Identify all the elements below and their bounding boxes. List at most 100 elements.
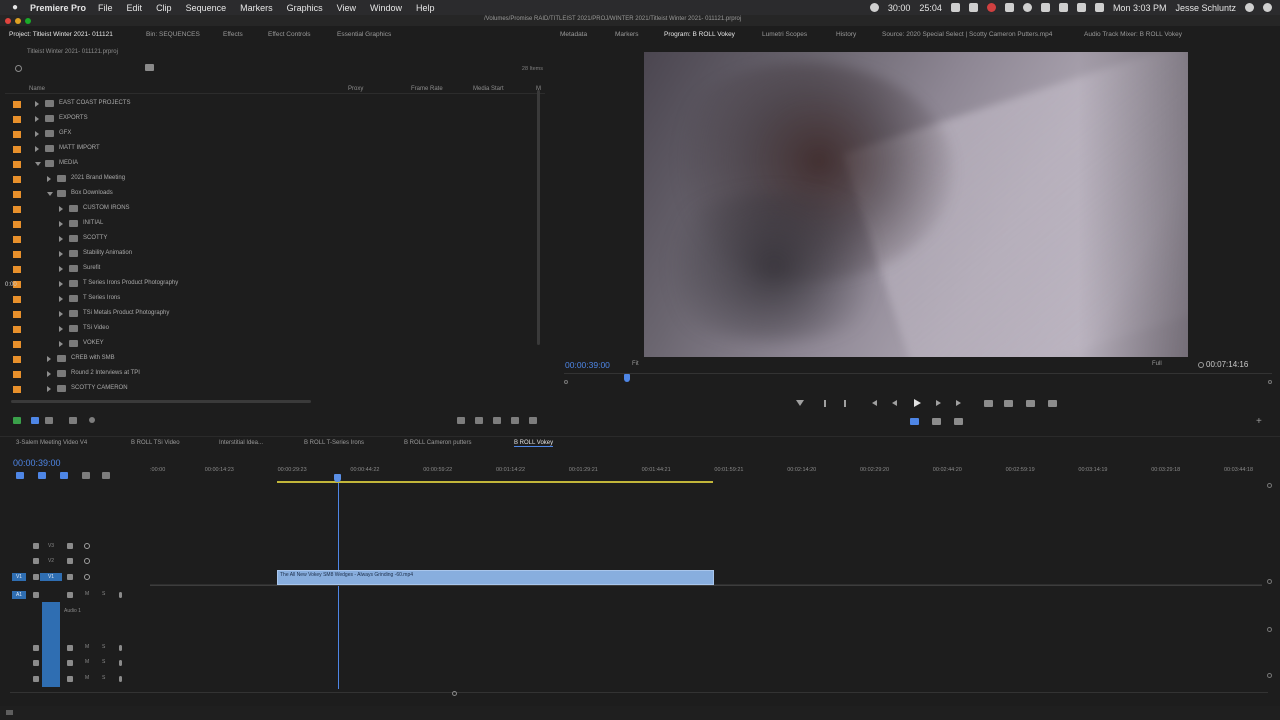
label-color-swatch[interactable] <box>13 116 21 123</box>
disclosure-closed-icon[interactable] <box>59 266 63 272</box>
button-editor-plus-icon[interactable]: + <box>1256 417 1262 427</box>
new-bin-icon[interactable] <box>145 64 154 71</box>
solo-button[interactable]: S <box>102 644 105 650</box>
project-bin-row[interactable]: SCOTTY <box>5 232 545 247</box>
freeform-view-icon[interactable] <box>69 417 77 424</box>
lift-icon[interactable] <box>984 400 993 407</box>
label-color-swatch[interactable] <box>13 146 21 153</box>
program-video-frame[interactable] <box>644 52 1188 357</box>
project-bin-row[interactable]: SCOTTY CAMERON <box>5 382 545 397</box>
disclosure-closed-icon[interactable] <box>47 371 51 377</box>
column-frame-rate[interactable]: Frame Rate <box>411 86 443 92</box>
disclosure-closed-icon[interactable] <box>59 281 63 287</box>
project-bin-row[interactable]: VOKEY <box>5 337 545 352</box>
trash-icon[interactable] <box>529 417 537 424</box>
menu-help[interactable]: Help <box>416 3 435 13</box>
disclosure-closed-icon[interactable] <box>59 341 63 347</box>
column-media-start[interactable]: Media Start <box>473 86 504 92</box>
disclosure-closed-icon[interactable] <box>59 206 63 212</box>
menu-clip[interactable]: Clip <box>156 3 172 13</box>
snap-icon[interactable] <box>38 472 46 479</box>
label-color-swatch[interactable] <box>13 326 21 333</box>
mic-icon[interactable] <box>119 592 122 598</box>
project-bin-row[interactable]: GFX <box>5 127 545 142</box>
tab-audio-track-mixer[interactable]: Audio Track Mixer: B ROLL Vokey <box>1084 31 1182 38</box>
solo-button[interactable]: S <box>102 659 105 665</box>
label-color-swatch[interactable] <box>13 191 21 198</box>
menu-file[interactable]: File <box>98 3 113 13</box>
project-bin-row[interactable]: T Series Irons Product Photography <box>5 277 545 292</box>
sync-lock-icon[interactable] <box>67 660 73 666</box>
timeline-vertical-scrollbar[interactable] <box>1267 483 1272 693</box>
lock-icon[interactable] <box>33 645 39 651</box>
mic-icon[interactable] <box>119 645 122 651</box>
tab-effects[interactable]: Effects <box>223 31 243 38</box>
extract-icon[interactable] <box>1004 400 1013 407</box>
project-bin-row[interactable]: EAST COAST PROJECTS <box>5 97 545 112</box>
project-bin-row[interactable]: EXPORTS <box>5 112 545 127</box>
video-clip[interactable]: The All New Vokey SM8 Wedges - Always Gr… <box>277 570 714 585</box>
project-bin-row[interactable]: TSi Metals Product Photography <box>5 307 545 322</box>
column-proxy[interactable]: Proxy <box>348 86 363 92</box>
label-color-swatch[interactable] <box>13 176 21 183</box>
zoom-handle-icon[interactable] <box>452 691 457 696</box>
tab-sequence-tsi[interactable]: B ROLL TSi Video <box>131 440 180 446</box>
tab-history[interactable]: History <box>836 31 856 38</box>
minimize-window-icon[interactable] <box>15 18 21 24</box>
step-back-icon[interactable] <box>892 400 897 406</box>
safe-margins-icon[interactable] <box>932 418 941 425</box>
mark-in-icon[interactable] <box>824 400 826 407</box>
disclosure-closed-icon[interactable] <box>59 221 63 227</box>
audio-track-name[interactable]: Audio 1 <box>64 608 81 614</box>
nest-toggle-icon[interactable] <box>16 472 24 479</box>
automate-sequence-icon[interactable] <box>457 417 465 424</box>
label-color-swatch[interactable] <box>13 251 21 258</box>
project-bin-row[interactable]: Round 2 Interviews at TPI <box>5 367 545 382</box>
disclosure-closed-icon[interactable] <box>47 356 51 362</box>
status-icon-2[interactable] <box>968 3 978 12</box>
menu-view[interactable]: View <box>337 3 356 13</box>
list-view-icon[interactable] <box>31 417 39 424</box>
solo-button[interactable]: S <box>102 591 105 597</box>
disclosure-closed-icon[interactable] <box>35 131 39 137</box>
tab-program-monitor[interactable]: Program: B ROLL Vokey <box>664 31 735 38</box>
disclosure-closed-icon[interactable] <box>59 251 63 257</box>
apple-menu-icon[interactable]: ● <box>0 2 30 13</box>
label-color-swatch[interactable] <box>13 371 21 378</box>
menu-graphics[interactable]: Graphics <box>287 3 323 13</box>
track-v3-label[interactable]: V3 <box>40 542 62 550</box>
scroll-handle-icon[interactable] <box>1267 579 1272 584</box>
tab-essential-graphics[interactable]: Essential Graphics <box>337 31 391 38</box>
timeline-horizontal-scrollbar[interactable] <box>10 691 1268 696</box>
program-time-ruler[interactable] <box>564 373 1272 387</box>
mark-out-icon[interactable] <box>844 400 846 407</box>
ruler-start-handle-icon[interactable] <box>564 380 568 384</box>
program-playhead[interactable] <box>624 374 630 382</box>
tab-bin-sequences[interactable]: Bin: SEQUENCES <box>146 31 200 38</box>
label-color-swatch[interactable] <box>13 101 21 108</box>
project-bin-row[interactable]: MATT IMPORT <box>5 142 545 157</box>
tab-sequence-tseries[interactable]: B ROLL T-Series Irons <box>304 440 364 446</box>
sync-lock-icon[interactable] <box>67 592 73 598</box>
program-playhead-timecode[interactable]: 00:00:39:00 <box>565 360 610 370</box>
column-name[interactable]: Name <box>29 86 45 92</box>
pencil-icon[interactable] <box>13 417 21 424</box>
label-color-swatch[interactable] <box>13 296 21 303</box>
timeline-ruler[interactable]: :00:00 00:00:14:23 00:00:29:23 00:00:44:22 0… <box>150 464 1265 488</box>
close-window-icon[interactable] <box>5 18 11 24</box>
timeline-settings-wrench-icon[interactable] <box>102 472 110 479</box>
ruler-end-handle-icon[interactable] <box>1268 380 1272 384</box>
lock-icon[interactable] <box>33 543 39 549</box>
disclosure-closed-icon[interactable] <box>35 101 39 107</box>
source-patch-v1[interactable]: V1 <box>12 573 26 581</box>
project-bin-row[interactable]: Box Downloads <box>5 187 545 202</box>
menu-sequence[interactable]: Sequence <box>186 3 227 13</box>
menu-markers[interactable]: Markers <box>240 3 273 13</box>
label-color-swatch[interactable] <box>13 386 21 393</box>
label-color-swatch[interactable] <box>13 356 21 363</box>
tab-sequence-vokey[interactable]: B ROLL Vokey <box>514 440 554 447</box>
disclosure-closed-icon[interactable] <box>59 296 63 302</box>
user-name[interactable]: Jesse Schluntz <box>1175 3 1236 13</box>
timer-icon[interactable] <box>869 3 879 12</box>
tab-sequence-interstitial[interactable]: Interstitial Idea... <box>219 440 263 446</box>
